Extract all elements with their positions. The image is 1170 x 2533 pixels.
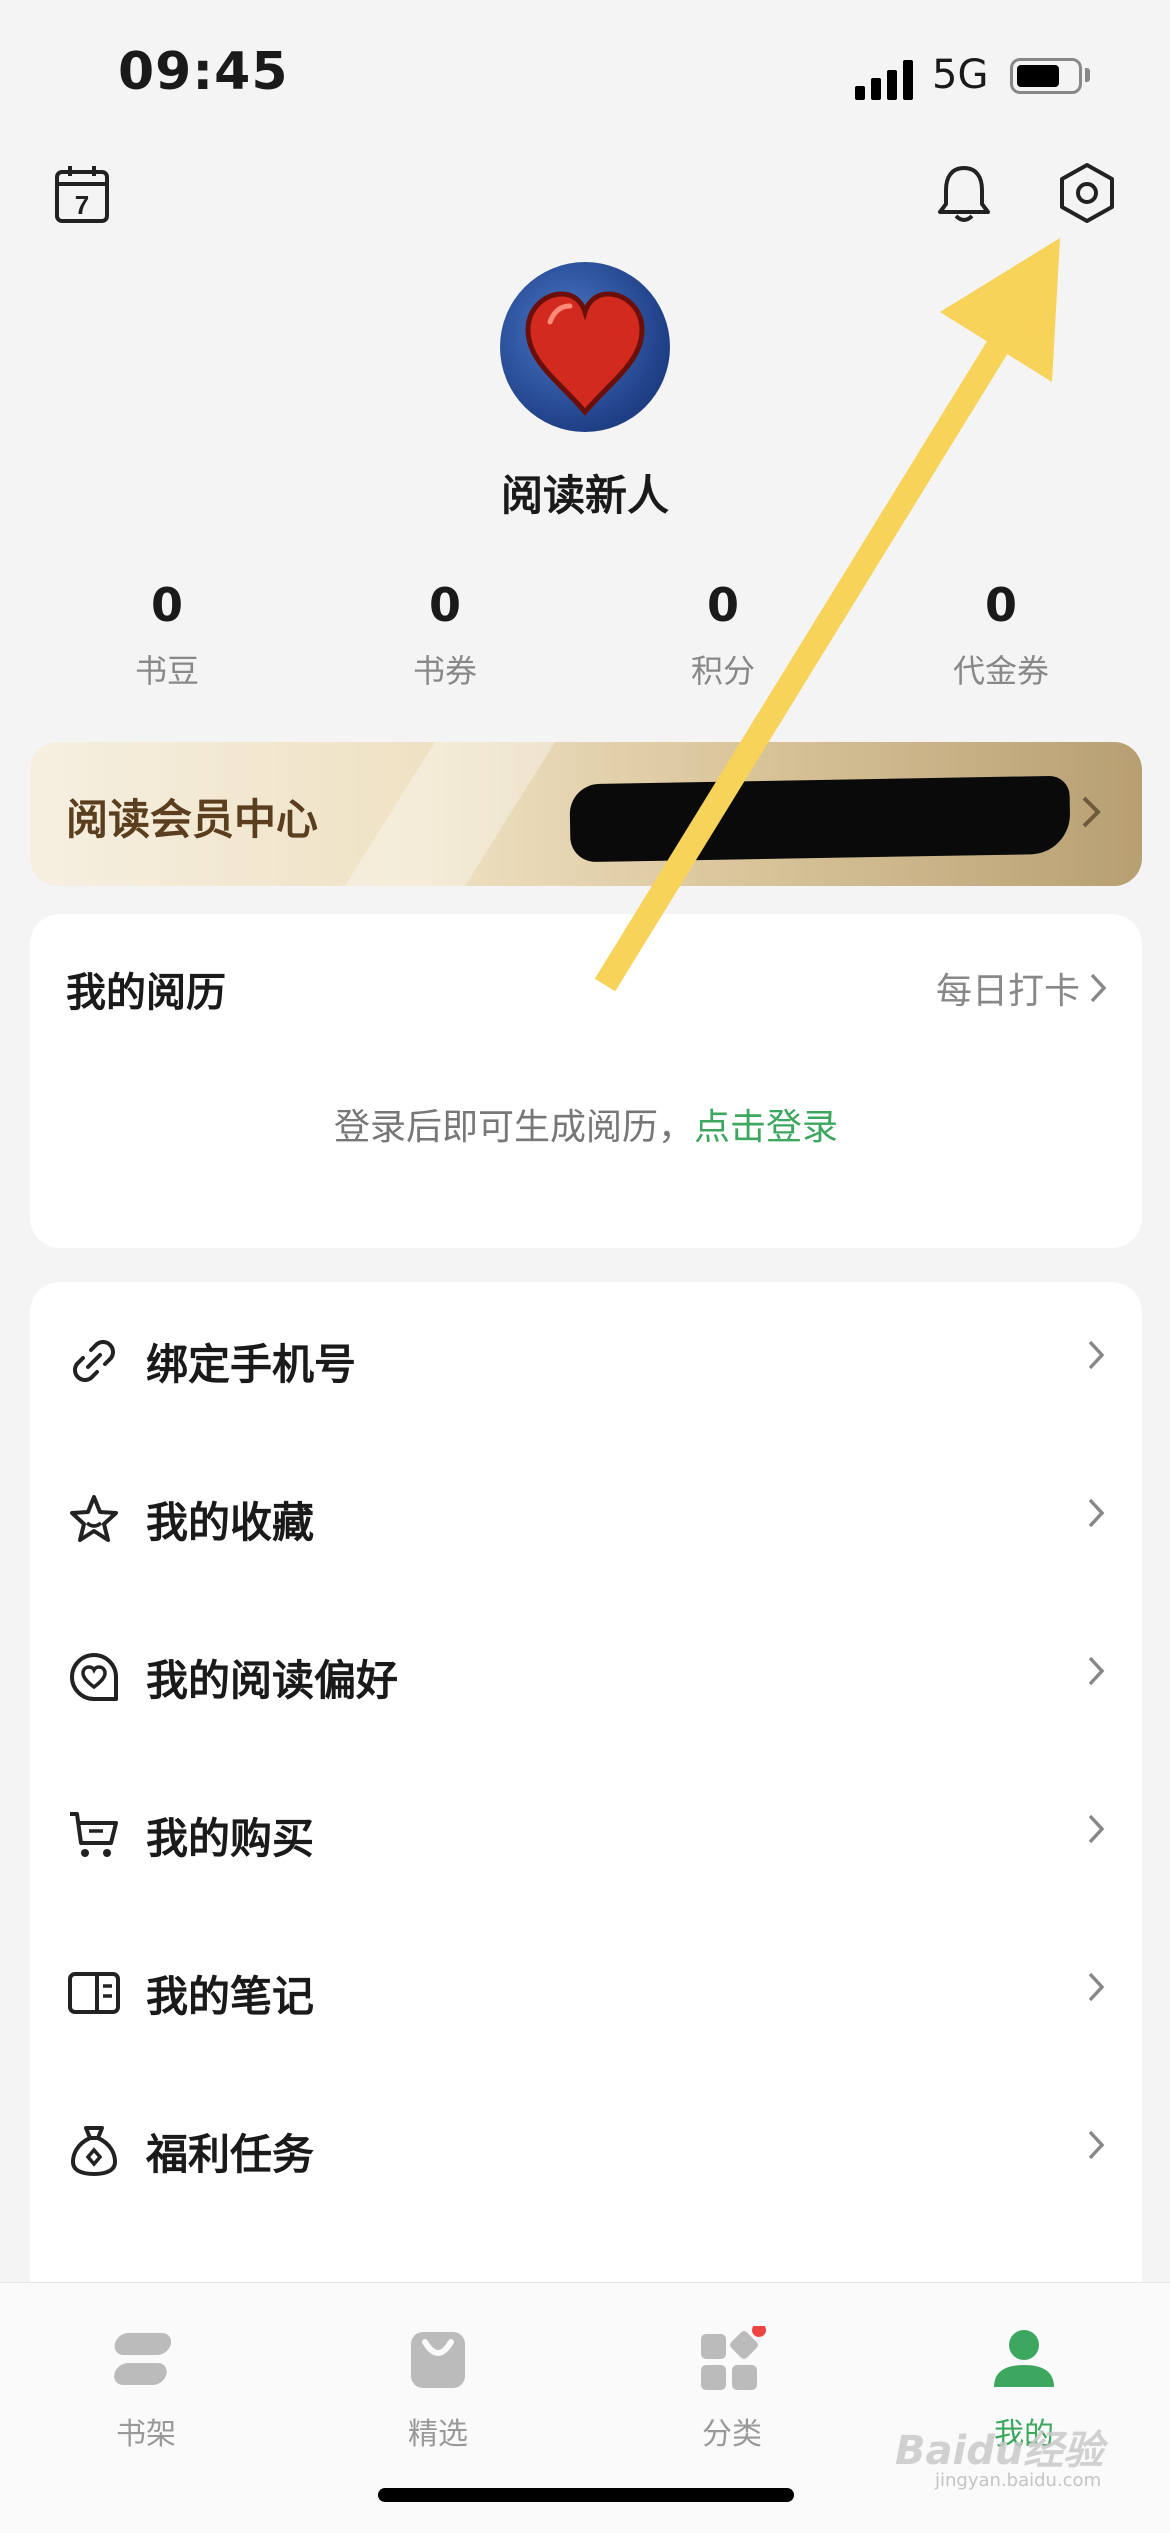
chevron-right-icon [1088, 1498, 1105, 1528]
stat-label: 书豆 [134, 652, 199, 690]
status-time: 09:45 [118, 42, 289, 102]
chevron-right-icon [1088, 1814, 1105, 1844]
stat-label: 代金券 [952, 652, 1049, 690]
money-bag-icon [64, 2121, 124, 2181]
tab-label: 书架 [116, 2417, 176, 2452]
redaction-mark [569, 775, 1071, 863]
vip-title: 阅读会员中心 [66, 795, 319, 844]
stats-row: 0 书豆 0 书券 0 积分 0 代金券 [0, 578, 1170, 692]
menu-item-label: 绑定手机号 [146, 1339, 357, 1389]
menu-item-label: 我的笔记 [146, 1971, 315, 2021]
battery-icon [1010, 58, 1082, 94]
tab-category[interactable]: 分类 [632, 2323, 832, 2453]
stat-vouchers[interactable]: 0 代金券 [862, 578, 1140, 692]
stat-book-coupons[interactable]: 0 书券 [306, 578, 584, 692]
menu-item-notes[interactable]: 我的笔记 [30, 1914, 1142, 2072]
chevron-right-icon [1080, 794, 1102, 834]
bell-icon[interactable] [932, 160, 996, 226]
star-icon [64, 1489, 124, 1549]
menu-item-favorites[interactable]: 我的收藏 [30, 1440, 1142, 1598]
category-grid-icon [632, 2323, 832, 2395]
stat-value: 0 [984, 578, 1017, 632]
calendar-day: 7 [75, 190, 89, 220]
shopping-bag-icon [338, 2323, 538, 2395]
stat-value: 0 [706, 578, 739, 632]
bookshelf-icon [46, 2323, 246, 2395]
login-prompt: 登录后即可生成阅历，点击登录 [30, 1098, 1142, 1150]
calendar-icon[interactable]: 7 [52, 162, 112, 226]
chevron-right-icon [1090, 973, 1107, 1003]
battery-cap [1085, 68, 1090, 82]
cart-icon [64, 1805, 124, 1865]
signal-icon [855, 58, 915, 100]
menu-item-purchases[interactable]: 我的购买 [30, 1756, 1142, 1914]
login-link[interactable]: 点击登录 [694, 1107, 838, 1148]
link-icon [64, 1331, 124, 1391]
chevron-right-icon [1088, 1656, 1105, 1686]
menu-item-label: 我的收藏 [146, 1497, 315, 1547]
avatar[interactable] [500, 262, 670, 432]
tab-bookshelf[interactable]: 书架 [46, 2323, 246, 2453]
username[interactable]: 阅读新人 [0, 462, 1170, 523]
menu-list: 绑定手机号 我的收藏 我的阅读偏好 我的购买 我的笔记 福利任务 [30, 1282, 1142, 2282]
menu-item-label: 福利任务 [146, 2129, 315, 2179]
stat-points[interactable]: 0 积分 [584, 578, 862, 692]
stat-label: 积分 [690, 652, 755, 690]
person-icon [924, 2323, 1124, 2395]
tab-featured[interactable]: 精选 [338, 2323, 538, 2453]
chevron-right-icon [1088, 2130, 1105, 2160]
chevron-right-icon [1088, 1972, 1105, 2002]
menu-item-reading-preference[interactable]: 我的阅读偏好 [30, 1598, 1142, 1756]
tab-label: 精选 [408, 2417, 468, 2452]
menu-item-label: 我的购买 [146, 1813, 315, 1863]
stat-book-beans[interactable]: 0 书豆 [28, 578, 306, 692]
daily-checkin-link[interactable]: 每日打卡 [936, 962, 1108, 1014]
tab-label: 分类 [702, 2417, 762, 2452]
notification-badge [752, 2326, 766, 2337]
reading-history-card: 我的阅历 每日打卡 登录后即可生成阅历，点击登录 [30, 914, 1142, 1248]
watermark-sub: jingyan.baidu.com [935, 2470, 1102, 2491]
menu-item-label: 我的阅读偏好 [146, 1655, 399, 1705]
vip-center-banner[interactable]: 阅读会员中心 [30, 742, 1142, 886]
daily-checkin-label: 每日打卡 [935, 971, 1080, 1012]
menu-item-welfare-tasks[interactable]: 福利任务 [30, 2072, 1142, 2230]
settings-icon[interactable] [1054, 160, 1120, 226]
chevron-right-icon [1088, 1340, 1105, 1370]
stat-value: 0 [150, 578, 183, 632]
network-type: 5G [932, 52, 989, 98]
login-prompt-text: 登录后即可生成阅历， [333, 1107, 694, 1148]
home-indicator[interactable] [378, 2488, 794, 2502]
watermark: Baidu经验 [895, 2428, 1104, 2474]
banner-decoration [345, 742, 555, 886]
notebook-icon [64, 1963, 124, 2023]
heart-icon [64, 1647, 124, 1707]
stat-label: 书券 [412, 652, 477, 690]
stat-value: 0 [428, 578, 461, 632]
menu-item-bind-phone[interactable]: 绑定手机号 [30, 1282, 1142, 1440]
history-title: 我的阅历 [66, 970, 226, 1016]
